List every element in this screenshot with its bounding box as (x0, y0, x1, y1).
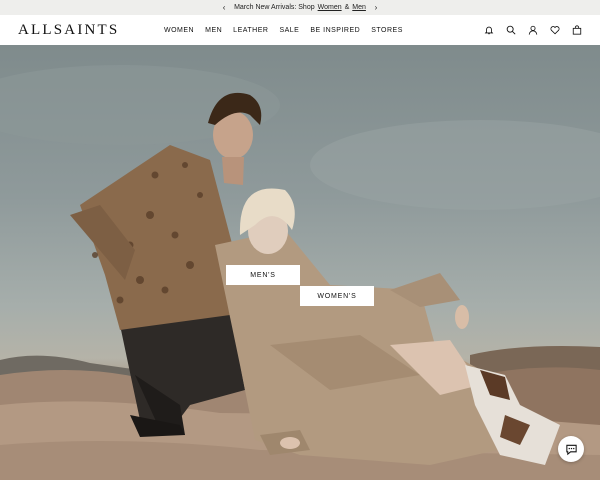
bell-icon[interactable] (484, 25, 494, 35)
nav-item-sale[interactable]: SALE (279, 27, 299, 34)
nav-item-women[interactable]: WOMEN (164, 27, 194, 34)
allsaints-logo[interactable]: ALLSAINTS (18, 22, 164, 39)
chat-button[interactable] (558, 436, 584, 462)
chat-bubble-icon (565, 444, 577, 455)
site-header: ALLSAINTS WOMEN MEN LEATHER SALE BE INSP… (0, 15, 600, 45)
nav-item-leather[interactable]: LEATHER (233, 27, 268, 34)
nav-item-men[interactable]: MEN (205, 27, 222, 34)
hero-image (0, 65, 600, 480)
nav-item-stores[interactable]: STORES (371, 27, 403, 34)
nav-item-be-inspired[interactable]: BE INSPIRED (310, 27, 360, 34)
main-nav: WOMEN MEN LEATHER SALE BE INSPIRED STORE… (164, 27, 403, 34)
announcement-men-link[interactable]: Men (352, 4, 366, 11)
mens-cta-button[interactable]: MEN'S (226, 265, 300, 285)
announcement-message: March New Arrivals: Shop Women & Men (234, 4, 366, 11)
announcement-bar: ‹ March New Arrivals: Shop Women & Men › (0, 0, 600, 15)
header-icons (484, 25, 582, 35)
search-icon[interactable] (506, 25, 516, 35)
announcement-women-link[interactable]: Women (318, 4, 342, 11)
announcement-text: March New Arrivals: Shop (234, 4, 315, 11)
chevron-right-icon[interactable]: › (366, 3, 386, 12)
chevron-left-icon[interactable]: ‹ (214, 3, 234, 12)
bag-icon[interactable] (572, 25, 582, 35)
hero-banner[interactable]: MEN'S WOMEN'S (0, 45, 600, 480)
wishlist-heart-icon[interactable] (550, 25, 560, 35)
account-icon[interactable] (528, 25, 538, 35)
announcement-conjunction: & (344, 4, 350, 11)
womens-cta-button[interactable]: WOMEN'S (300, 286, 374, 306)
